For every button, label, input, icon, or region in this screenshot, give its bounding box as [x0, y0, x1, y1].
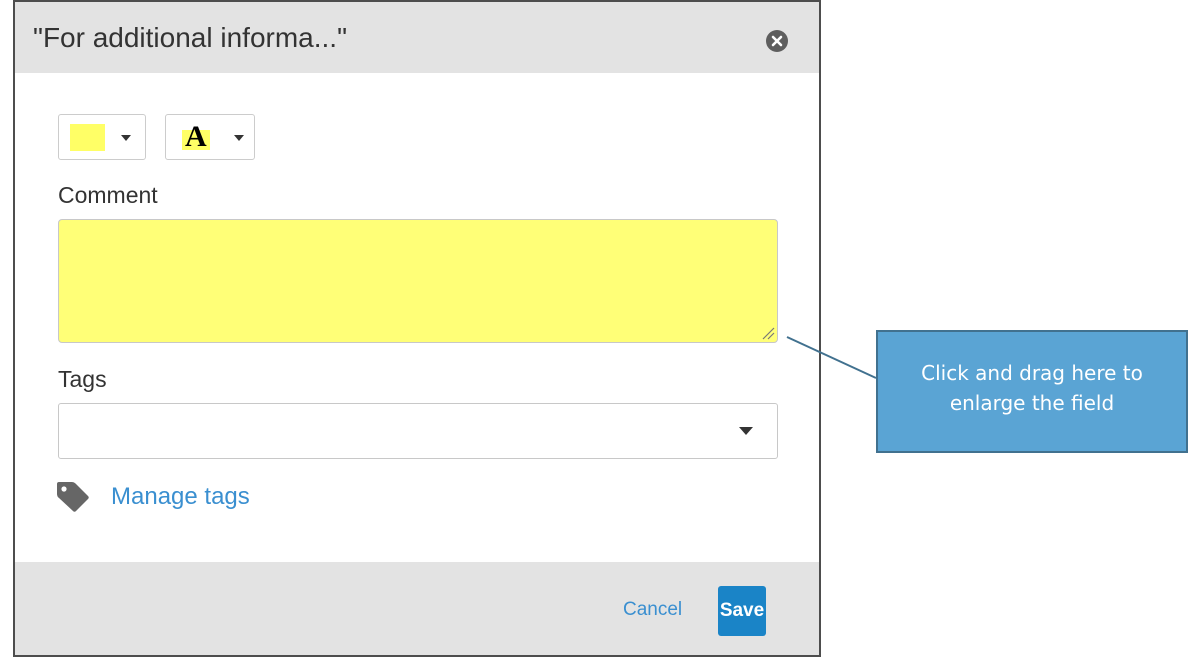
callout-line-1: Click and drag here to — [921, 361, 1143, 385]
callout-pointer-line — [786, 336, 877, 379]
callout-box: Click and drag here to enlarge the field — [876, 330, 1188, 453]
callout-line-2: enlarge the field — [949, 391, 1115, 415]
